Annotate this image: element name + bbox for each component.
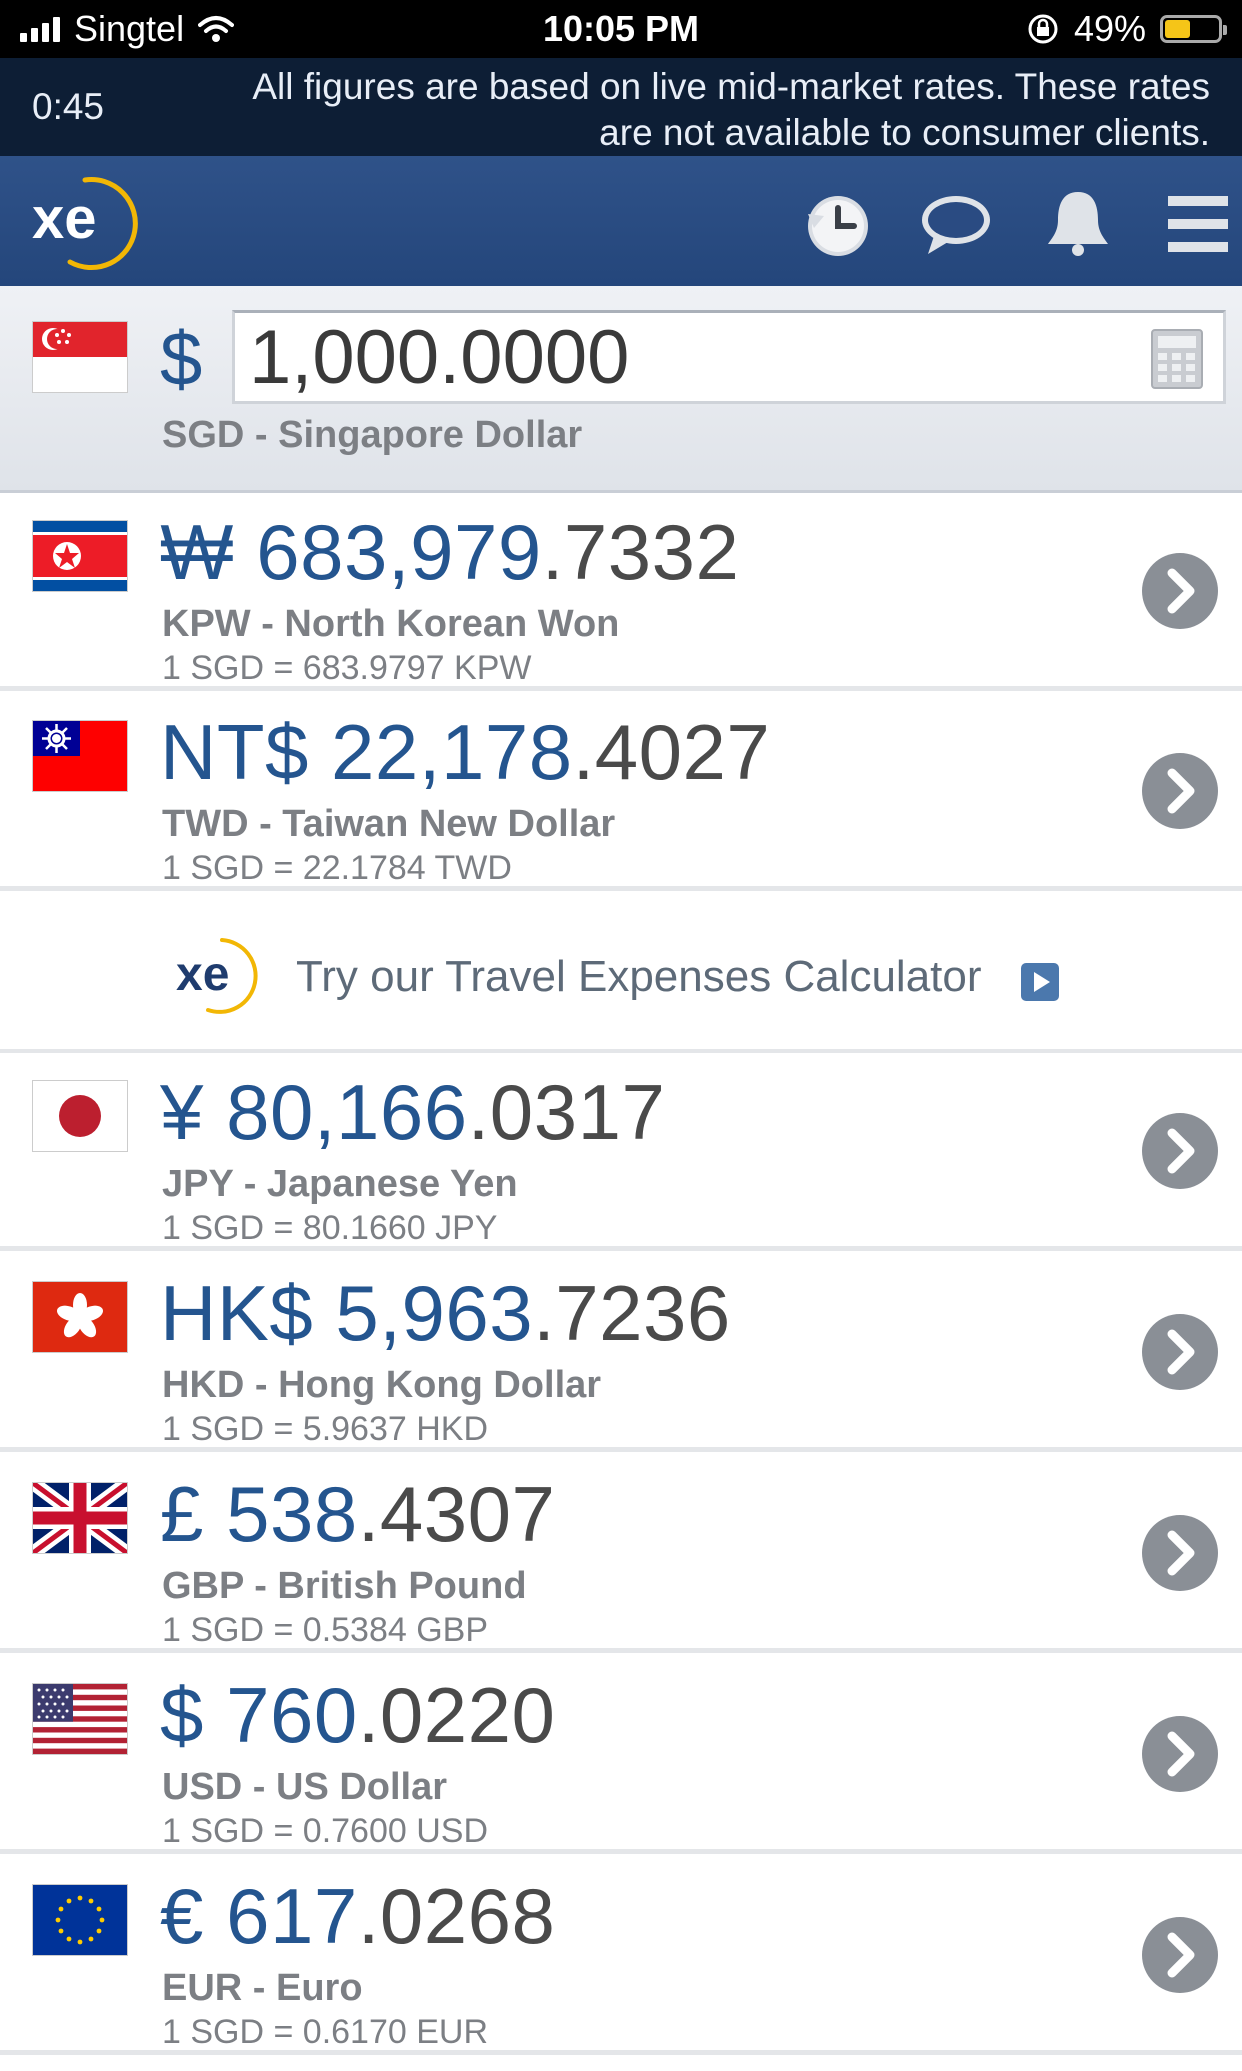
us-flag: [33, 1684, 127, 1754]
japan-flag: [33, 1081, 127, 1151]
north-korea-flag: [33, 521, 127, 591]
exchange-rate: 1 SGD = 0.5384 GBP: [162, 1611, 489, 1649]
exchange-rate: 1 SGD = 0.6170 EUR: [162, 2013, 489, 2051]
uk-flag: [33, 1483, 127, 1553]
chevron-right-icon[interactable]: [1142, 1113, 1218, 1189]
logo-text: xe: [32, 186, 97, 251]
amount-input[interactable]: [249, 313, 1109, 401]
chevron-right-icon[interactable]: [1142, 1515, 1218, 1591]
svg-text:xe: xe: [176, 948, 229, 1001]
rates-notice-banner: 0:45 All figures are based on live mid-m…: [0, 58, 1242, 156]
battery-percentage: 49%: [1073, 8, 1146, 49]
session-timer: 0:45: [32, 86, 105, 127]
calculator-icon[interactable]: [1151, 329, 1203, 389]
battery-icon: [1160, 15, 1227, 43]
currency-row-hkd[interactable]: HK$ 5,963.7236 HKD - Hong Kong Dollar 1 …: [0, 1254, 1242, 1452]
amount-field[interactable]: [232, 310, 1226, 404]
converted-amount: ₩ 683,979.7332: [160, 508, 740, 596]
base-currency-name: SGD - Singapore Dollar: [162, 414, 583, 456]
notice-message: All figures are based on live mid-market…: [252, 66, 1210, 153]
promo-text[interactable]: Try our Travel Expenses Calculator: [296, 952, 982, 1002]
play-arrow-icon[interactable]: [1020, 962, 1060, 1002]
bell-icon[interactable]: [1038, 184, 1118, 264]
eu-flag: [33, 1885, 127, 1955]
currency-name: TWD - Taiwan New Dollar: [162, 803, 616, 845]
chevron-right-icon[interactable]: [1142, 553, 1218, 629]
chat-icon[interactable]: [916, 184, 996, 264]
converted-amount: ¥ 80,166.0317: [160, 1068, 666, 1156]
app-header: xe: [0, 156, 1242, 286]
xe-logo[interactable]: xe: [30, 172, 150, 272]
currency-row-kpw[interactable]: ₩ 683,979.7332 KPW - North Korean Won 1 …: [0, 493, 1242, 691]
currency-name: GBP - British Pound: [162, 1565, 527, 1607]
converted-amount: $ 760.0220: [160, 1671, 556, 1759]
chevron-right-icon[interactable]: [1142, 1917, 1218, 1993]
currency-name: KPW - North Korean Won: [162, 603, 620, 645]
taiwan-flag: [33, 721, 127, 791]
currency-row-jpy[interactable]: ¥ 80,166.0317 JPY - Japanese Yen 1 SGD =…: [0, 1053, 1242, 1251]
status-bar: Singtel 10:05 PM 49%: [0, 0, 1242, 58]
base-currency-panel: $ SGD - Singapore Dollar: [0, 286, 1242, 493]
converted-amount: £ 538.4307: [160, 1470, 556, 1558]
xe-promo-logo: xe: [176, 938, 258, 1014]
chevron-right-icon[interactable]: [1142, 753, 1218, 829]
chevron-right-icon[interactable]: [1142, 1716, 1218, 1792]
currency-name: JPY - Japanese Yen: [162, 1163, 518, 1205]
currency-row-gbp[interactable]: £ 538.4307 GBP - British Pound 1 SGD = 0…: [0, 1455, 1242, 1653]
orientation-lock-icon: [1028, 14, 1058, 44]
travel-calculator-promo[interactable]: xe Try our Travel Expenses Calculator: [0, 896, 1242, 1054]
currency-row-usd[interactable]: $ 760.0220 USD - US Dollar 1 SGD = 0.760…: [0, 1656, 1242, 1854]
converted-amount: € 617.0268: [160, 1872, 556, 1960]
menu-icon[interactable]: [1158, 184, 1238, 264]
history-icon[interactable]: [796, 184, 876, 264]
exchange-rate: 1 SGD = 5.9637 HKD: [162, 1410, 489, 1448]
exchange-rate: 1 SGD = 22.1784 TWD: [162, 849, 512, 887]
currency-row-twd[interactable]: NT$ 22,178.4027 TWD - Taiwan New Dollar …: [0, 693, 1242, 891]
hong-kong-flag: [33, 1282, 127, 1352]
currency-row-eur[interactable]: € 617.0268 EUR - Euro 1 SGD = 0.6170 EUR: [0, 1857, 1242, 2055]
exchange-rate: 1 SGD = 683.9797 KPW: [162, 649, 532, 687]
currency-name: HKD - Hong Kong Dollar: [162, 1364, 602, 1406]
converted-amount: HK$ 5,963.7236: [160, 1269, 731, 1357]
base-currency-symbol: $: [160, 317, 203, 402]
exchange-rate: 1 SGD = 80.1660 JPY: [162, 1209, 498, 1247]
chevron-right-icon[interactable]: [1142, 1314, 1218, 1390]
currency-name: USD - US Dollar: [162, 1766, 448, 1808]
singapore-flag[interactable]: [33, 322, 127, 392]
currency-name: EUR - Euro: [162, 1967, 363, 2009]
exchange-rate: 1 SGD = 0.7600 USD: [162, 1812, 489, 1850]
converted-amount: NT$ 22,178.4027: [160, 708, 771, 796]
